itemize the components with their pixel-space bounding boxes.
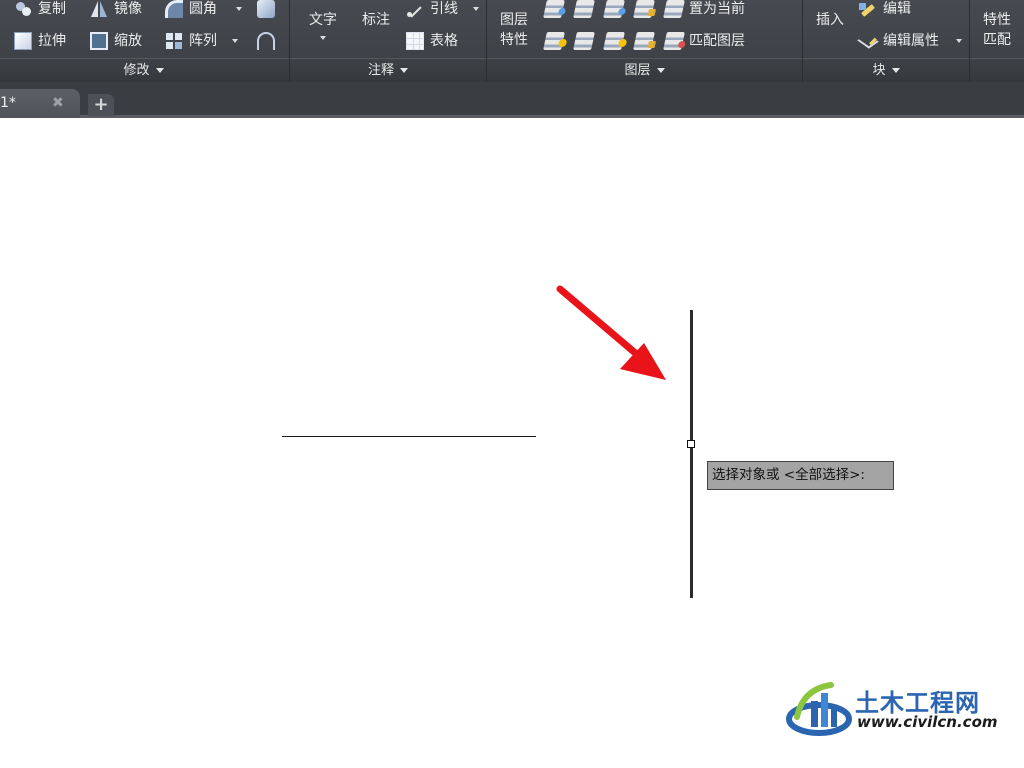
layer-freeze-button[interactable] <box>603 0 629 20</box>
chevron-down-icon <box>400 68 408 73</box>
chevron-down-icon <box>656 68 665 73</box>
array-dropdown-icon[interactable] <box>232 39 238 43</box>
leader-button[interactable]: 引线 <box>406 0 458 20</box>
chevron-down-icon <box>155 68 164 73</box>
layers-panel-title[interactable]: 图层 <box>487 58 802 82</box>
dimension-button[interactable]: 标注 <box>358 10 394 30</box>
tab-drawing1[interactable]: 1* ✖ <box>0 89 80 118</box>
modify-panel-title[interactable]: 修改 <box>0 58 289 82</box>
layer-freeze-icon <box>603 0 625 18</box>
3d-box-icon <box>257 0 275 18</box>
layer-unisolate-button[interactable] <box>573 30 599 52</box>
new-tab-button[interactable]: + <box>88 94 114 116</box>
block-panel-title[interactable]: 块 <box>803 58 969 82</box>
layer-unlock-button[interactable] <box>633 30 659 52</box>
match-layer-button[interactable]: 匹配图层 <box>663 30 745 52</box>
copy-button[interactable]: 复制 <box>14 0 66 20</box>
layers-panel: 图层 特性 置为当前 匹配图层 图层 <box>487 0 803 82</box>
horizontal-line-entity[interactable] <box>282 436 536 437</box>
mirror-icon <box>90 0 108 18</box>
layer-thaw-icon <box>603 32 625 50</box>
copy-icon <box>14 0 32 18</box>
3d-operation-button[interactable] <box>257 0 281 20</box>
drawing-canvas[interactable]: 选择对象或 <全部选择>: 土木工程网 www.civilcn.com <box>0 118 1024 768</box>
text-button[interactable]: 文字 <box>306 10 340 30</box>
layer-on-button[interactable] <box>543 30 569 52</box>
leader-icon <box>406 0 424 18</box>
document-tab-bar: 1* ✖ + <box>0 82 1024 118</box>
insert-button[interactable]: 插入 <box>811 10 849 30</box>
watermark-site-url: www.civilcn.com <box>857 713 998 731</box>
annotation-panel: 文字 标注 引线 表格 注释 <box>290 0 487 82</box>
fillet-button[interactable]: 圆角 <box>165 0 217 20</box>
modify-panel: 复制 镜像 圆角 拉伸 缩放 阵列 修改 <box>0 0 290 82</box>
layer-isolate-button[interactable] <box>573 0 599 20</box>
edit-attributes-icon <box>859 32 877 50</box>
layer-on-icon <box>543 32 565 50</box>
set-current-button[interactable]: 置为当前 <box>663 0 745 20</box>
scale-icon <box>90 32 108 50</box>
edit-attributes-button[interactable]: 编辑属性 <box>859 30 939 52</box>
edit-attributes-dropdown-icon[interactable] <box>956 39 962 43</box>
layer-thaw-button[interactable] <box>603 30 629 52</box>
array-icon <box>165 32 183 50</box>
properties-panel: 特性 匹配 <box>970 0 1024 82</box>
match-properties-button[interactable]: 特性 匹配 <box>976 10 1018 50</box>
offset-button[interactable] <box>257 30 281 52</box>
array-button[interactable]: 阵列 <box>165 30 217 52</box>
block-panel: 插入 编辑 编辑属性 块 <box>803 0 970 82</box>
leader-dropdown-icon[interactable] <box>473 7 479 11</box>
mirror-button[interactable]: 镜像 <box>90 0 142 20</box>
edit-block-icon <box>859 0 877 18</box>
set-current-icon <box>663 0 685 18</box>
layer-lock-icon <box>633 0 655 18</box>
fillet-icon <box>165 0 183 18</box>
red-arrow-icon <box>556 285 666 380</box>
layer-off-icon <box>543 0 565 18</box>
close-icon[interactable]: ✖ <box>52 95 64 111</box>
layer-unisolate-icon <box>573 32 595 50</box>
pickbox-cursor <box>687 440 695 448</box>
offset-icon <box>257 32 275 50</box>
annotation-panel-title[interactable]: 注释 <box>290 58 486 82</box>
vertical-line-entity[interactable] <box>690 310 693 598</box>
layer-lock-button[interactable] <box>633 0 659 20</box>
ribbon: 复制 镜像 圆角 拉伸 缩放 阵列 修改 文字 标注 引线 表格 注释 图层 特… <box>0 0 1024 82</box>
text-dropdown-icon[interactable] <box>320 36 326 40</box>
layer-unlock-icon <box>633 32 655 50</box>
table-icon <box>406 32 424 50</box>
watermark-logo: 土木工程网 www.civilcn.com <box>783 669 998 749</box>
scale-button[interactable]: 缩放 <box>90 30 142 52</box>
match-layer-icon <box>663 32 685 50</box>
watermark-globe-icon <box>786 682 852 736</box>
fillet-dropdown-icon[interactable] <box>236 7 242 11</box>
layer-isolate-icon <box>573 0 595 18</box>
stretch-icon <box>14 32 32 50</box>
edit-block-button[interactable]: 编辑 <box>859 0 911 20</box>
layer-properties-button[interactable]: 图层 特性 <box>495 10 533 50</box>
tab-drawing1-label: 1* <box>0 95 16 111</box>
chevron-down-icon <box>891 68 900 73</box>
properties-panel-title[interactable] <box>970 58 1024 82</box>
table-button[interactable]: 表格 <box>406 30 458 52</box>
layer-off-button[interactable] <box>543 0 569 20</box>
stretch-button[interactable]: 拉伸 <box>14 30 66 52</box>
command-prompt-tooltip: 选择对象或 <全部选择>: <box>707 461 894 490</box>
